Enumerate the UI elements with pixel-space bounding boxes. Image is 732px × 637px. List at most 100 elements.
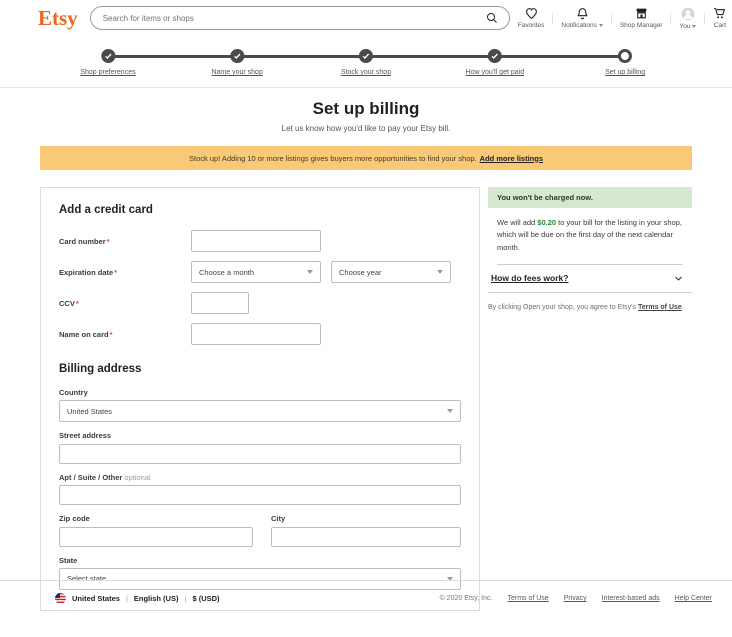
nav-shop-manager[interactable]: Shop Manager — [612, 7, 671, 30]
country-select-value: United States — [67, 407, 112, 416]
zip-city-row: Zip code City — [59, 514, 461, 556]
step-current-icon — [618, 49, 632, 63]
callout-title: You won't be charged now. — [488, 187, 692, 208]
step-label[interactable]: Name your shop — [211, 69, 262, 76]
step-label[interactable]: Set up billing — [605, 69, 645, 76]
add-more-listings-link[interactable]: Add more listings — [480, 154, 543, 163]
apt-suite-group: Apt / Suite / Otheroptional — [59, 473, 461, 506]
storefront-icon — [635, 7, 648, 20]
language-setting[interactable]: English (US) — [134, 594, 179, 603]
fee-amount: $0.20 — [537, 218, 556, 227]
page-footer: United States | English (US) | $ (USD) ©… — [0, 580, 732, 604]
page-subtitle: Let us know how you'd like to pay your E… — [0, 124, 732, 133]
city-input[interactable] — [271, 527, 461, 547]
step-label[interactable]: Stock your shop — [341, 69, 391, 76]
heart-icon — [525, 7, 538, 20]
nav-favorites[interactable]: Favorites — [510, 7, 553, 30]
nav-shop-manager-label: Shop Manager — [620, 22, 663, 29]
chevron-down-icon — [599, 24, 603, 27]
required-mark: * — [107, 237, 110, 246]
header-nav: Favorites Notifications Shop Manager You — [510, 7, 732, 30]
street-address-input[interactable] — [59, 444, 461, 464]
month-select-value: Choose a month — [199, 268, 254, 277]
billing-address-heading: Billing address — [59, 363, 461, 375]
state-label: State — [59, 556, 461, 565]
country-select[interactable]: United States — [59, 400, 461, 422]
select-caret-icon — [307, 270, 313, 274]
name-on-card-row: Name on card* — [59, 322, 461, 346]
card-number-row: Card number* — [59, 229, 461, 253]
top-header: Etsy Favorites Notifications Sh — [0, 0, 732, 36]
required-mark: * — [110, 330, 113, 339]
country-group: Country United States — [59, 388, 461, 422]
expiration-label: Expiration date* — [59, 268, 191, 277]
how-fees-work-link[interactable]: How do fees work? — [491, 273, 568, 283]
credit-card-heading: Add a credit card — [59, 204, 461, 216]
search-bar[interactable] — [90, 6, 510, 30]
step-complete-icon — [101, 49, 115, 63]
street-address-group: Street address — [59, 431, 461, 464]
expiration-year-select[interactable]: Choose year — [331, 261, 451, 283]
copyright: © 2020 Etsy, Inc. — [440, 595, 493, 602]
fees-sidebar: You won't be charged now. We will add $0… — [488, 187, 692, 314]
step-stock-your-shop[interactable]: Stock your shop — [341, 49, 391, 76]
banner-text: Stock up! Adding 10 or more listings giv… — [189, 154, 477, 163]
footer-link-help[interactable]: Help Center — [675, 595, 712, 602]
step-set-up-billing[interactable]: Set up billing — [605, 49, 645, 76]
etsy-logo[interactable]: Etsy — [38, 6, 78, 31]
avatar-icon — [681, 7, 695, 21]
step-complete-icon — [359, 49, 373, 63]
card-number-label: Card number* — [59, 237, 191, 246]
terms-of-use-link[interactable]: Terms of Use — [638, 304, 682, 311]
search-icon — [486, 12, 498, 24]
ccv-input[interactable] — [191, 292, 249, 314]
name-on-card-input[interactable] — [191, 323, 321, 345]
step-name-your-shop[interactable]: Name your shop — [211, 49, 262, 76]
locale-settings: United States | English (US) | $ (USD) — [55, 593, 220, 604]
nav-you[interactable]: You — [671, 7, 704, 30]
region-setting[interactable]: United States — [72, 594, 120, 603]
step-complete-icon — [488, 49, 502, 63]
expiration-row: Expiration date* Choose a month Choose y… — [59, 260, 461, 284]
terms-note: By clicking Open your shop, you agree to… — [488, 303, 692, 314]
step-how-youll-get-paid[interactable]: How you'll get paid — [466, 49, 525, 76]
required-mark: * — [114, 268, 117, 277]
expiration-month-select[interactable]: Choose a month — [191, 261, 321, 283]
us-flag-icon — [55, 593, 66, 604]
step-label[interactable]: How you'll get paid — [466, 69, 525, 76]
city-group: City — [271, 514, 461, 547]
footer-link-terms[interactable]: Terms of Use — [507, 595, 548, 602]
chevron-down-icon[interactable] — [674, 274, 683, 283]
card-number-input[interactable] — [191, 230, 321, 252]
search-button[interactable] — [483, 9, 501, 27]
select-caret-icon — [447, 409, 453, 413]
onboarding-stepper: Shop preferences Name your shop Stock yo… — [0, 36, 732, 88]
page-title-block: Set up billing Let us know how you'd lik… — [0, 88, 732, 133]
street-address-label: Street address — [59, 431, 461, 440]
select-caret-icon — [437, 270, 443, 274]
callout-body: We will add $0.20 to your bill for the l… — [488, 208, 692, 254]
required-mark: * — [76, 299, 79, 308]
how-fees-work-row[interactable]: How do fees work? — [488, 265, 692, 292]
footer-link-interest-ads[interactable]: Interest-based ads — [602, 595, 660, 602]
nav-cart-label: Cart — [714, 22, 726, 29]
currency-setting[interactable]: $ (USD) — [192, 594, 219, 603]
footer-links: © 2020 Etsy, Inc. Terms of Use Privacy I… — [440, 595, 712, 602]
apt-suite-input[interactable] — [59, 485, 461, 505]
nav-cart[interactable]: Cart — [705, 7, 732, 30]
ccv-row: CCV* — [59, 291, 461, 315]
main-content: Add a credit card Card number* Expiratio… — [40, 187, 692, 611]
step-shop-preferences[interactable]: Shop preferences — [80, 49, 135, 76]
step-label[interactable]: Shop preferences — [80, 69, 135, 76]
nav-favorites-label: Favorites — [518, 22, 545, 29]
cart-icon — [713, 7, 726, 20]
footer-link-privacy[interactable]: Privacy — [564, 595, 587, 602]
zip-input[interactable] — [59, 527, 253, 547]
nav-notifications[interactable]: Notifications — [553, 7, 610, 30]
search-input[interactable] — [103, 14, 483, 23]
country-label: Country — [59, 388, 461, 397]
zip-label: Zip code — [59, 514, 253, 523]
optional-tag: optional — [124, 473, 150, 482]
city-label: City — [271, 514, 461, 523]
nav-you-label: You — [679, 23, 696, 30]
